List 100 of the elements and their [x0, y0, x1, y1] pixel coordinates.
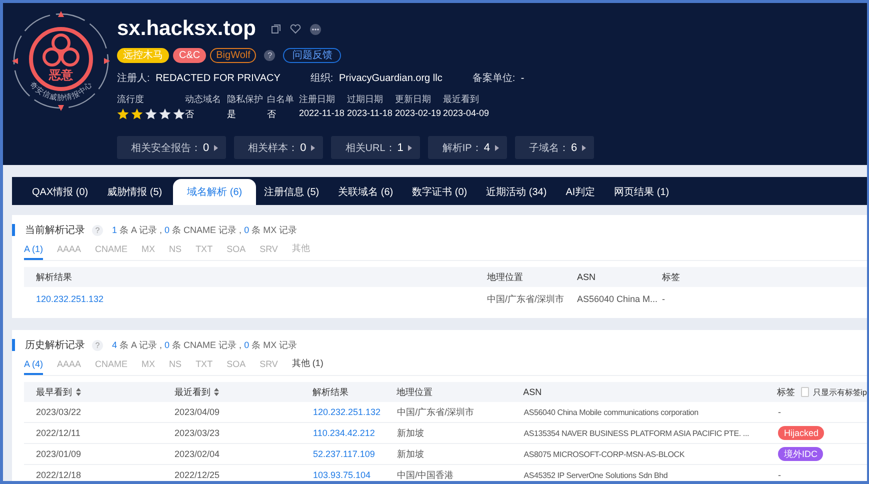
sort-icon[interactable]	[76, 388, 81, 396]
fact-value: 2023-04-09	[443, 108, 490, 118]
fact-label: 注册日期	[299, 93, 336, 106]
table-cell-text: AS56040 China M...	[577, 294, 659, 304]
table-cell-text: -	[662, 294, 666, 304]
fact-value: 否	[267, 108, 277, 121]
section-title: 当前解析记录	[25, 224, 85, 237]
star-icon	[173, 108, 185, 120]
table-cell: 中国/广东省/深圳市	[397, 406, 474, 416]
caret-icon	[582, 144, 586, 150]
star-icon	[145, 108, 157, 120]
table-cell: 2023/04/09	[174, 407, 220, 417]
related-button[interactable]: 相关安全报告： 0	[117, 136, 226, 159]
ip-tag: Hijacked	[778, 426, 824, 440]
column-header: 地理位置	[396, 386, 433, 398]
column-header: 解析结果	[36, 270, 73, 284]
domain-title: sx.hacksx.top	[117, 17, 256, 41]
fact-label: 过期日期	[347, 93, 384, 106]
table-cell: 2023/03/23	[174, 428, 220, 438]
column-header: 地理位置	[487, 270, 524, 284]
caret-icon	[494, 144, 499, 150]
record-summary: 4 条 A 记录 , 0 条 CNAME 记录 , 0 条 MX 记录	[112, 338, 298, 352]
ip-link[interactable]: 52.237.117.109	[313, 449, 375, 459]
table-cell: -	[778, 407, 781, 417]
fact-label: 流行度	[117, 93, 145, 106]
registration-field: 组织: PrivacyGuardian.org llc	[310, 71, 442, 85]
record-type-tab[interactable]: A (1)	[24, 242, 44, 260]
more-icon[interactable]	[310, 24, 321, 34]
table-cell: 2022/12/18	[36, 470, 82, 480]
tab[interactable]: QAX情报 (0)	[24, 179, 100, 205]
tab[interactable]: 数字证书 (0)	[404, 179, 478, 205]
column-header: 最近看到	[174, 386, 210, 398]
record-summary: 1 条 A 记录 , 0 条 CNAME 记录 , 0 条 MX 记录	[112, 224, 298, 236]
section-title: 历史解析记录	[25, 338, 85, 352]
tab[interactable]: 注册信息 (5)	[256, 179, 330, 205]
related-button[interactable]: 子域名： 6	[514, 136, 594, 159]
ip-link[interactable]: 110.234.42.212	[313, 428, 375, 438]
fact-label: 动态域名	[185, 93, 222, 106]
checkbox-label: 只显示有标签ip	[812, 386, 867, 398]
logo-label: 恶意	[49, 68, 73, 82]
threat-tag: C&C	[173, 48, 206, 63]
related-button[interactable]: 相关样本： 0	[234, 136, 324, 159]
fact-value: 否	[185, 108, 195, 121]
tab[interactable]: 关联域名 (6)	[330, 179, 404, 205]
record-type-tab[interactable]: A (4)	[24, 357, 44, 375]
record-type-tab[interactable]: 其他 (1)	[292, 357, 324, 375]
fact-label: 隐私保护	[227, 93, 264, 106]
fact-value: 是	[227, 108, 237, 121]
ip-link[interactable]: 103.93.75.104	[313, 470, 371, 480]
ip-link[interactable]: 120.232.251.132	[313, 407, 381, 417]
column-header: 标签	[777, 386, 795, 398]
table-cell: 2022/12/11	[36, 428, 80, 438]
fact-label: 最近看到	[443, 93, 480, 106]
heart-icon[interactable]	[290, 24, 301, 34]
help-icon[interactable]: ?	[92, 340, 103, 350]
fact-label: 更新日期	[395, 93, 432, 106]
tab[interactable]: AI判定	[558, 179, 606, 205]
column-header: 标签	[662, 270, 681, 284]
caret-icon	[214, 144, 218, 150]
feedback-button[interactable]: 问题反馈	[283, 48, 342, 63]
table-cell: AS45352 IP ServerOne Solutions Sdn Bhd	[524, 471, 668, 480]
fact-value: 2023-11-18	[347, 108, 394, 118]
column-header: 解析结果	[312, 386, 349, 398]
table-cell: 2023/02/04	[174, 449, 220, 459]
column-header: ASN	[523, 387, 542, 397]
star-icon	[159, 108, 171, 120]
sort-icon[interactable]	[214, 388, 220, 396]
table-cell-text: 中国/广东省/深圳市	[487, 292, 566, 306]
threat-tag: BigWolf	[210, 48, 256, 63]
star-icon	[117, 108, 129, 120]
table-cell: AS8075 MICROSOFT-CORP-MSN-AS-BLOCK	[524, 450, 685, 459]
copy-icon[interactable]	[270, 24, 281, 34]
table-cell: AS135354 NAVER BUSINESS PLATFORM ASIA PACIFIC PTE. ...	[524, 429, 749, 438]
table-cell: 新加坡	[397, 428, 424, 438]
tab[interactable]: 威胁情报 (5)	[99, 179, 174, 205]
column-header: 最早看到	[36, 386, 72, 398]
threat-tag: 远控木马	[117, 48, 169, 63]
related-button[interactable]: 相关URL： 1	[331, 136, 420, 159]
tab[interactable]: 网页结果 (1)	[606, 179, 680, 205]
registration-field: 备案单位: -	[472, 71, 524, 85]
table-cell: 2023/01/09	[36, 449, 82, 459]
related-button[interactable]: 解析IP： 4	[428, 136, 507, 159]
table-cell: 新加坡	[397, 448, 424, 458]
fact-label: 白名单	[267, 93, 295, 106]
checkbox[interactable]	[801, 387, 809, 397]
help-icon[interactable]: ?	[264, 50, 276, 61]
column-header: ASN	[577, 272, 597, 282]
table-cell: AS56040 China Mobile communications corporation	[524, 408, 698, 417]
star-icon	[131, 108, 143, 120]
ip-tag: 境外IDC	[778, 446, 824, 460]
fact-value: 2022-11-18	[299, 108, 346, 118]
table-cell: -	[778, 470, 781, 480]
tab[interactable]: 域名解析 (6)	[173, 179, 256, 205]
table-cell: 2023/03/22	[36, 407, 82, 417]
help-icon[interactable]: ?	[92, 224, 103, 236]
table-cell: 中国/中国香港	[397, 470, 454, 480]
tab[interactable]: 近期活动 (34)	[478, 179, 558, 205]
ip-link[interactable]: 120.232.251.132	[36, 294, 487, 304]
table-cell: 2022/12/25	[174, 470, 220, 480]
caret-icon	[311, 144, 316, 150]
